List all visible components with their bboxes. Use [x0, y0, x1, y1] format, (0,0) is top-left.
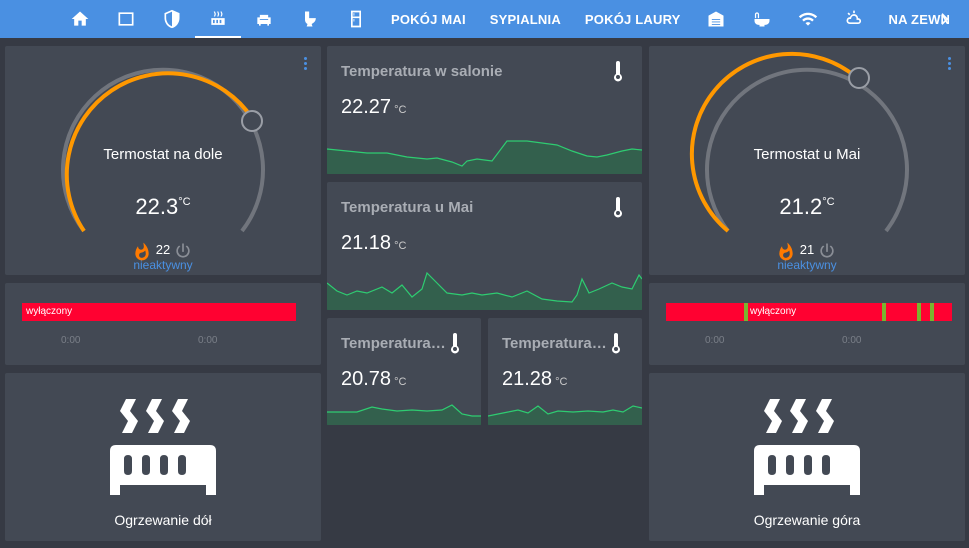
sensor-sparkline	[327, 140, 642, 174]
garage-icon	[708, 11, 724, 27]
history-card-right: wyłączony 0:00 0:00	[649, 283, 965, 365]
hvac-state: nieaktywny	[777, 258, 837, 272]
tab-security[interactable]	[149, 0, 195, 38]
thermostat-name: Termostat u Mai	[753, 146, 861, 163]
shield-icon	[164, 9, 180, 29]
tab-bathroom[interactable]	[287, 0, 333, 38]
sensor-card-salon[interactable]: Temperatura w salonie 22.27 °C	[327, 46, 642, 174]
history-tick: 0:00	[842, 335, 862, 346]
thermostat-card-right: Termostat u Mai 21.2°C 21 nieaktywny	[649, 46, 965, 275]
tab-garage[interactable]	[693, 0, 739, 38]
tab-home[interactable]	[57, 0, 103, 38]
history-state-label: wyłączony	[26, 306, 73, 317]
toilet-icon	[305, 11, 316, 27]
tab-kitchen[interactable]	[333, 0, 379, 38]
chevron-right-icon[interactable]	[935, 9, 955, 29]
tab-network[interactable]	[785, 0, 831, 38]
history-on-segment[interactable]	[744, 303, 748, 321]
weather-icon	[846, 10, 861, 24]
wifi-icon	[798, 12, 817, 26]
fridge-icon	[351, 10, 361, 28]
flame-icon[interactable]	[132, 242, 152, 262]
history-bar[interactable]: wyłączony	[666, 303, 952, 321]
radiator-icon	[211, 11, 225, 25]
sensor-sparkline	[327, 271, 642, 310]
sofa-icon	[257, 14, 271, 26]
history-tick: 0:00	[198, 335, 218, 346]
heater-name: Ogrzewanie dół	[114, 512, 212, 528]
tab-heating[interactable]	[195, 0, 241, 38]
thermometer-icon	[614, 197, 622, 218]
target-temperature: 21	[799, 242, 815, 257]
sensor-value: 22.27 °C	[341, 96, 407, 118]
sensor-sparkline	[327, 404, 481, 425]
power-icon[interactable]	[817, 241, 837, 261]
bathtub-icon	[754, 12, 770, 27]
thermometer-icon	[451, 333, 459, 354]
heater-name: Ogrzewanie góra	[753, 512, 861, 528]
heater-card-left[interactable]: Ogrzewanie dół	[5, 373, 321, 541]
thermometer-icon	[612, 333, 620, 354]
home-icon	[71, 11, 89, 26]
tab-living-room[interactable]	[241, 0, 287, 38]
sensor-card-small-1[interactable]: Temperatura … 20.78 °C	[327, 318, 481, 425]
history-card-left: wyłączony 0:00 0:00	[5, 283, 321, 365]
history-bar[interactable]: wyłączony	[22, 303, 296, 321]
tab-pokoj-mai[interactable]: POKÓJ MAI	[379, 0, 478, 38]
sensor-sparkline	[488, 405, 642, 425]
current-temperature: 22.3°C	[135, 194, 191, 219]
radiator-icon	[754, 399, 860, 495]
history-state-label: wyłączony	[750, 306, 797, 317]
sensor-value: 20.78 °C	[341, 368, 407, 390]
sensor-card-mai[interactable]: Temperatura u Mai 21.18 °C	[327, 182, 642, 310]
tab-bath[interactable]	[739, 0, 785, 38]
tab-sypialnia[interactable]: SYPIALNIA	[478, 0, 573, 38]
thermostat-name: Termostat na dole	[103, 146, 223, 163]
history-on-segment[interactable]	[917, 303, 921, 321]
sensor-title: Temperatura u Mai	[341, 199, 474, 216]
sensor-value: 21.18 °C	[341, 232, 407, 254]
power-icon[interactable]	[173, 241, 193, 261]
hvac-state: nieaktywny	[133, 258, 193, 272]
tv-icon	[118, 12, 134, 26]
thermostat-card-left: Termostat na dole 22.3°C 22 nieaktywny	[5, 46, 321, 275]
thermometer-icon	[614, 61, 622, 82]
history-on-segment[interactable]	[882, 303, 886, 321]
history-on-segment[interactable]	[930, 303, 934, 321]
sensor-value: 21.28 °C	[502, 368, 568, 390]
current-temperature: 21.2°C	[779, 194, 835, 219]
heater-card-right[interactable]: Ogrzewanie góra	[649, 373, 965, 541]
tab-weather[interactable]	[831, 0, 877, 38]
sensor-card-small-2[interactable]: Temperatura … 21.28 °C	[488, 318, 642, 425]
top-navigation-bar: POKÓJ MAI SYPIALNIA POKÓJ LAURY NA ZEWN	[0, 0, 969, 38]
sensor-title: Temperatura w salonie	[341, 63, 503, 80]
target-temperature: 22	[155, 242, 171, 257]
sensor-title: Temperatura …	[502, 335, 610, 352]
flame-icon[interactable]	[776, 242, 796, 262]
dial-handle	[241, 110, 263, 132]
history-tick: 0:00	[705, 335, 725, 346]
tab-pokoj-laury[interactable]: POKÓJ LAURY	[573, 0, 693, 38]
dial-handle	[848, 67, 870, 89]
radiator-icon	[110, 399, 216, 495]
tab-tv[interactable]	[103, 0, 149, 38]
sensor-title: Temperatura …	[341, 335, 449, 352]
history-tick: 0:00	[61, 335, 81, 346]
